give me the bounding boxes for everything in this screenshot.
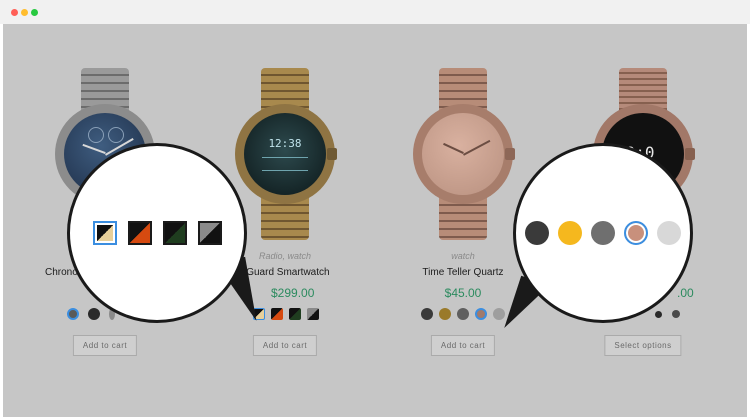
zoom-gold-swatch[interactable] [92, 221, 117, 245]
silver-swatch[interactable] [493, 308, 505, 320]
product-name[interactable]: Chrono [45, 267, 78, 278]
close-window-dot[interactable] [11, 9, 18, 16]
product-name[interactable]: ll Guard Smartwatch [239, 267, 330, 278]
steel-dial-swatch[interactable] [67, 308, 79, 320]
select-options-button[interactable]: Select options [604, 335, 682, 356]
swatch-magnifier-circles [513, 143, 693, 323]
minimize-window-dot[interactable] [21, 9, 28, 16]
grey-swatch[interactable] [457, 308, 469, 320]
maximize-window-dot[interactable] [31, 9, 38, 16]
swatch-list [253, 308, 319, 320]
swatch-magnifier-squares [67, 143, 247, 323]
dark-swatch[interactable] [655, 311, 662, 318]
swatch-list [67, 308, 115, 320]
add-to-cart-button[interactable]: Add to cart [430, 335, 496, 356]
zoom-rose-swatch[interactable] [624, 221, 648, 245]
zoom-grey-swatch[interactable] [197, 221, 222, 245]
yellow-swatch[interactable] [439, 308, 451, 320]
zoom-grey-swatch[interactable] [591, 221, 615, 245]
grey-swatch[interactable] [307, 308, 319, 320]
product-price: $299.00 [271, 286, 315, 300]
product-price: .00 [677, 286, 694, 300]
rose-swatch[interactable] [475, 308, 487, 320]
zoom-black-swatch[interactable] [525, 221, 549, 245]
zoom-green-swatch[interactable] [162, 221, 187, 245]
zoom-yellow-swatch[interactable] [558, 221, 582, 245]
zoom-orange-swatch[interactable] [127, 221, 152, 245]
black-swatch[interactable] [421, 308, 433, 320]
add-to-cart-button[interactable]: Add to cart [72, 335, 138, 356]
zoom-silver-swatch[interactable] [657, 221, 681, 245]
swatch-list [655, 308, 680, 318]
product-grid: Chrono Add to cart 12:38 Radio, watch ll… [3, 24, 747, 417]
green-swatch[interactable] [289, 308, 301, 320]
steel-swatch[interactable] [672, 310, 680, 318]
browser-titlebar [0, 0, 750, 24]
product-image[interactable] [403, 68, 523, 240]
black-dial-swatch[interactable] [88, 308, 100, 320]
orange-swatch[interactable] [271, 308, 283, 320]
add-to-cart-button[interactable]: Add to cart [252, 335, 318, 356]
smartwatch-time-display: 12:38 [268, 137, 302, 150]
